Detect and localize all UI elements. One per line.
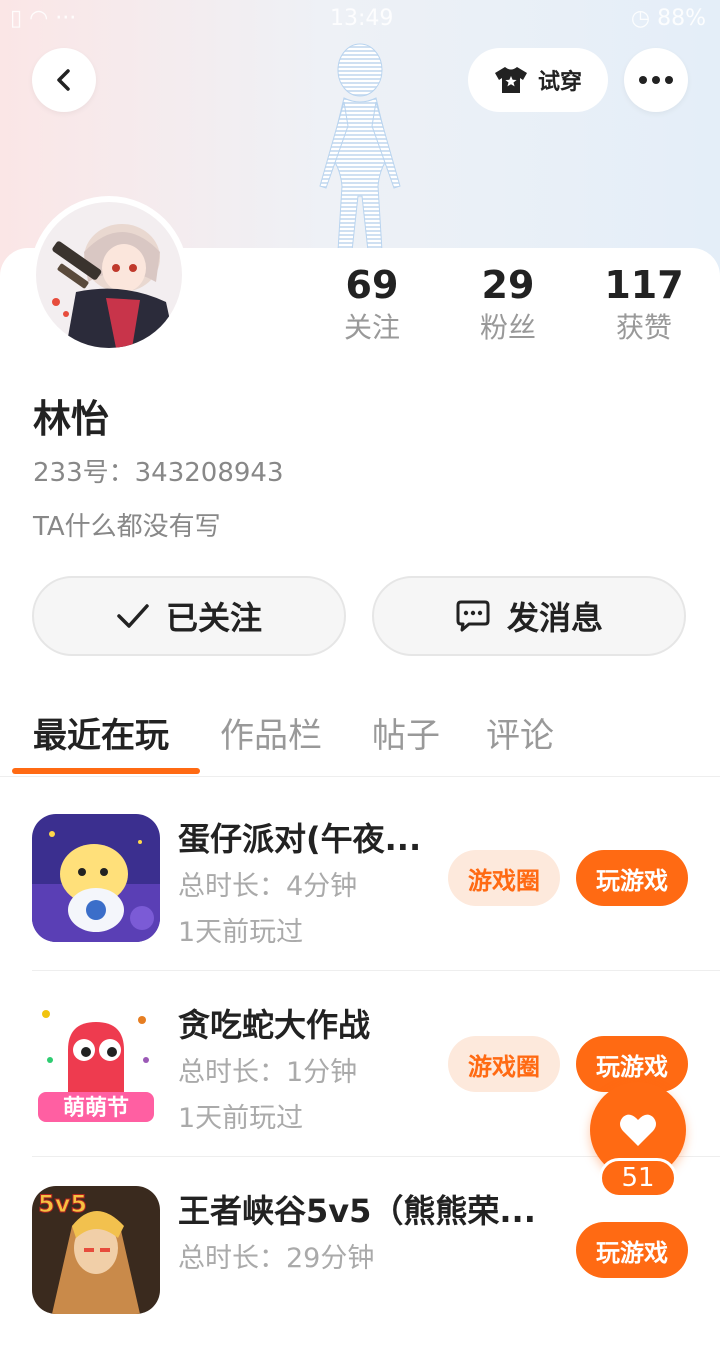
- game-icon-image: [32, 814, 160, 942]
- game-last-played: 1天前玩过: [178, 1103, 304, 1134]
- status-signal: ▯ ◠ ···: [10, 6, 77, 31]
- stat-fans[interactable]: 29 粉丝: [443, 262, 573, 348]
- stat-likes-label: 获赞: [615, 311, 672, 344]
- more-button[interactable]: [624, 48, 688, 112]
- profile-uid: 233号：343208943: [33, 458, 284, 488]
- game-icon-eggy-party[interactable]: [32, 814, 160, 942]
- game-duration: 总时长：1分钟: [178, 1057, 358, 1088]
- back-arrow-icon: [57, 69, 70, 91]
- send-message-label: 发消息: [506, 599, 603, 637]
- play-game-button[interactable]: 玩游戏: [576, 850, 688, 906]
- profile-name: 林怡: [33, 397, 110, 441]
- avatar[interactable]: [30, 196, 188, 354]
- followed-button[interactable]: 已关注: [32, 576, 346, 656]
- game-title[interactable]: 王者峡谷5v5（熊熊荣...: [178, 1186, 548, 1232]
- send-message-button[interactable]: 发消息: [372, 576, 686, 656]
- game-title[interactable]: 蛋仔派对(午夜...: [178, 814, 438, 860]
- avatar-image: [36, 202, 182, 348]
- stat-likes[interactable]: 117 获赞: [579, 262, 709, 348]
- game-circle-button[interactable]: 游戏圈: [448, 1036, 560, 1092]
- 3d-avatar-figure: [319, 43, 401, 252]
- profile-tabs: 最近在玩 作品栏 帖子 评论: [0, 700, 720, 776]
- game-icon-honor-of-kings[interactable]: 5v5: [32, 1186, 160, 1314]
- shirt-icon: [494, 67, 527, 93]
- try-on-button[interactable]: 试穿: [468, 48, 608, 112]
- game-duration: 总时长：4分钟: [178, 871, 358, 902]
- stat-fans-label: 粉丝: [479, 311, 536, 344]
- row-divider: [32, 970, 720, 971]
- stat-following-label: 关注: [343, 311, 400, 344]
- status-battery: ◷ 88%: [630, 6, 706, 31]
- active-tab-indicator: [12, 768, 200, 774]
- game-icon-image: 5v5: [32, 1186, 160, 1314]
- like-count-badge: 51: [599, 1158, 677, 1198]
- list-item[interactable]: 5v5 王者峡谷5v5（熊熊荣... 总时长：29分钟 玩游戏: [0, 1186, 720, 1372]
- chat-bubble-icon: [456, 600, 490, 632]
- heart-icon: [620, 1114, 656, 1146]
- game-icon-image: 萌萌节: [32, 1000, 160, 1128]
- tab-posts[interactable]: 帖子: [372, 708, 440, 757]
- stat-following-value: 69: [345, 263, 399, 307]
- checkmark-icon: [117, 604, 149, 628]
- tab-works[interactable]: 作品栏: [220, 708, 322, 757]
- stat-following[interactable]: 69 关注: [307, 262, 437, 348]
- profile-bio: TA什么都没有写: [33, 512, 221, 542]
- game-icon-text: 萌萌节: [63, 1096, 129, 1121]
- more-dots-icon: [639, 76, 673, 84]
- status-time: 13:49: [330, 6, 394, 31]
- play-game-button[interactable]: 玩游戏: [576, 1222, 688, 1278]
- status-bar: ▯ ◠ ··· 13:49 ◷ 88%: [0, 0, 720, 38]
- list-item[interactable]: 蛋仔派对(午夜... 总时长：4分钟 1天前玩过 游戏圈 玩游戏: [0, 814, 720, 1000]
- game-last-played: 1天前玩过: [178, 917, 304, 948]
- tabs-divider: [0, 776, 720, 777]
- game-icon-snake[interactable]: 萌萌节: [32, 1000, 160, 1128]
- tab-recent-playing[interactable]: 最近在玩: [33, 708, 169, 757]
- game-icon-text: 5v5: [38, 1190, 87, 1218]
- game-title[interactable]: 贪吃蛇大作战: [178, 1000, 438, 1046]
- stat-fans-value: 29: [481, 263, 535, 307]
- tab-comments[interactable]: 评论: [486, 708, 554, 757]
- followed-label: 已关注: [165, 599, 262, 637]
- game-circle-button[interactable]: 游戏圈: [448, 850, 560, 906]
- game-duration: 总时长：29分钟: [178, 1243, 375, 1274]
- try-on-label: 试穿: [537, 70, 582, 95]
- stat-likes-value: 117: [604, 263, 684, 307]
- back-button[interactable]: [32, 48, 96, 112]
